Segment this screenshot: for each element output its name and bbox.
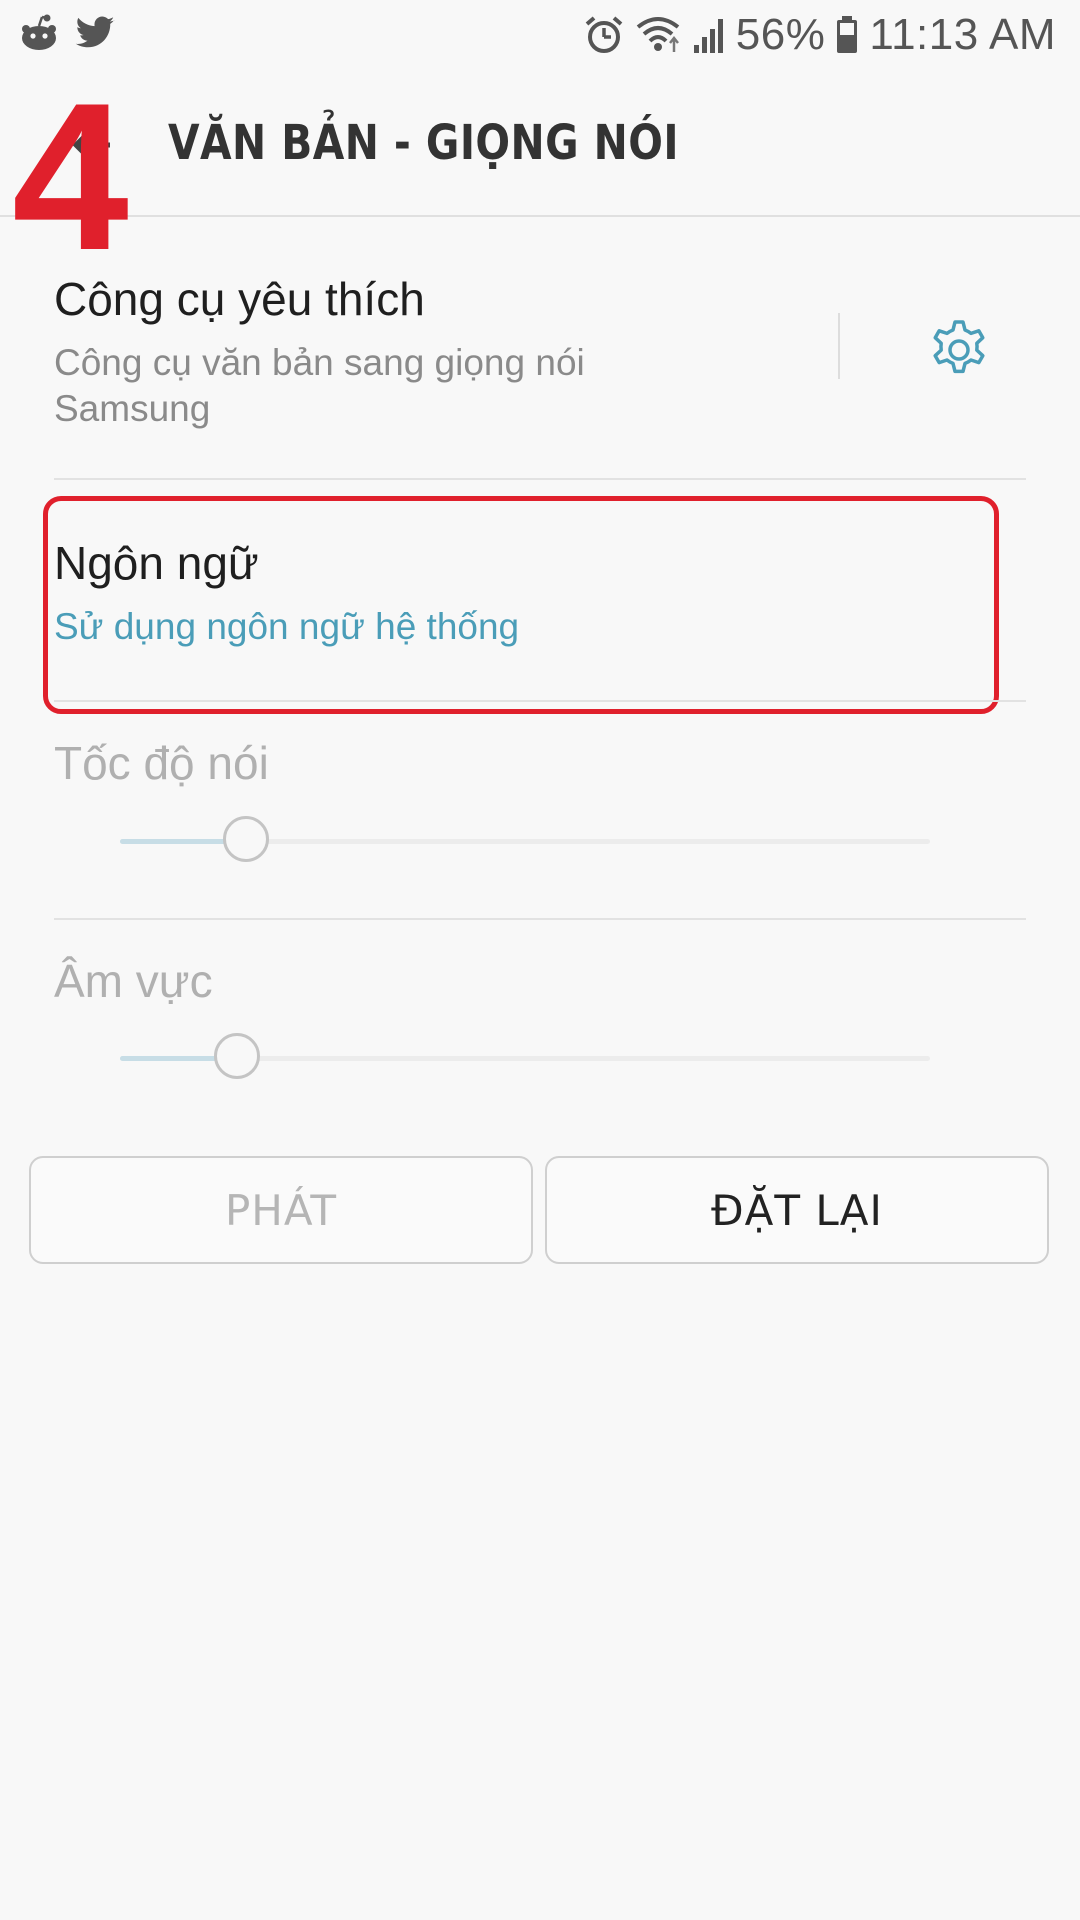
highlight-annotation-box (43, 496, 999, 714)
clock: 11:13 AM (869, 10, 1056, 59)
app-bar: VĂN BẢN - GIỌNG NÓI (0, 75, 1080, 217)
preferred-engine-subtitle: Công cụ văn bản sang giọng nói Samsung (54, 342, 585, 429)
slider-thumb[interactable] (222, 816, 269, 862)
divider (54, 918, 1026, 920)
preferred-engine-title: Công cụ yêu thích (54, 273, 425, 325)
speech-rate-title: Tốc độ nói (54, 737, 269, 789)
pitch-slider[interactable] (120, 1030, 930, 1086)
preferred-engine-item[interactable]: Công cụ yêu thích Công cụ văn bản sang g… (54, 272, 694, 432)
status-bar: 56% 11:13 AM (0, 0, 1080, 75)
vertical-divider (838, 313, 840, 379)
twitter-icon (74, 15, 116, 53)
system-status: 56% 11:13 AM (584, 10, 1056, 60)
speech-rate-item: Tốc độ nói (54, 736, 1026, 790)
divider (54, 478, 1026, 480)
reddit-icon (18, 14, 60, 54)
notification-icons (18, 14, 116, 54)
gear-icon[interactable] (927, 318, 991, 382)
wifi-icon (634, 15, 682, 55)
pitch-item: Âm vực (54, 954, 1026, 1008)
slider-thumb[interactable] (214, 1033, 261, 1079)
signal-icon (692, 15, 726, 55)
play-button[interactable]: PHÁT (29, 1156, 533, 1264)
pitch-title: Âm vực (54, 955, 213, 1007)
screen: 56% 11:13 AM VĂN BẢN - GIỌNG NÓI 4 Công … (0, 0, 1080, 1920)
battery-percent: 56% (735, 10, 826, 59)
step-number-annotation: 4 (12, 59, 129, 294)
reset-button[interactable]: ĐẶT LẠI (545, 1156, 1049, 1264)
battery-icon (835, 15, 859, 55)
alarm-icon (584, 15, 624, 55)
page-title: VĂN BẢN - GIỌNG NÓI (168, 115, 679, 171)
speech-rate-slider[interactable] (120, 813, 930, 869)
divider (54, 700, 1026, 702)
